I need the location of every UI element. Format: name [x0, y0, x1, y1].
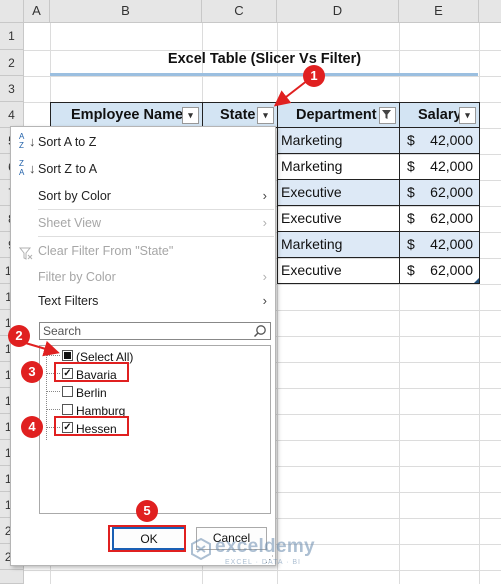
annotation-badge-3: 3	[21, 361, 43, 383]
arrow-to-state-filter	[273, 79, 309, 107]
annotation-badge-4: 4	[21, 416, 43, 438]
arrow-to-select-all	[21, 340, 60, 357]
annotation-badge-5: 5	[136, 500, 158, 522]
annotation-badge-1: 1	[303, 65, 325, 87]
annotation-badge-2: 2	[8, 325, 30, 347]
annotation-arrows	[21, 79, 309, 357]
